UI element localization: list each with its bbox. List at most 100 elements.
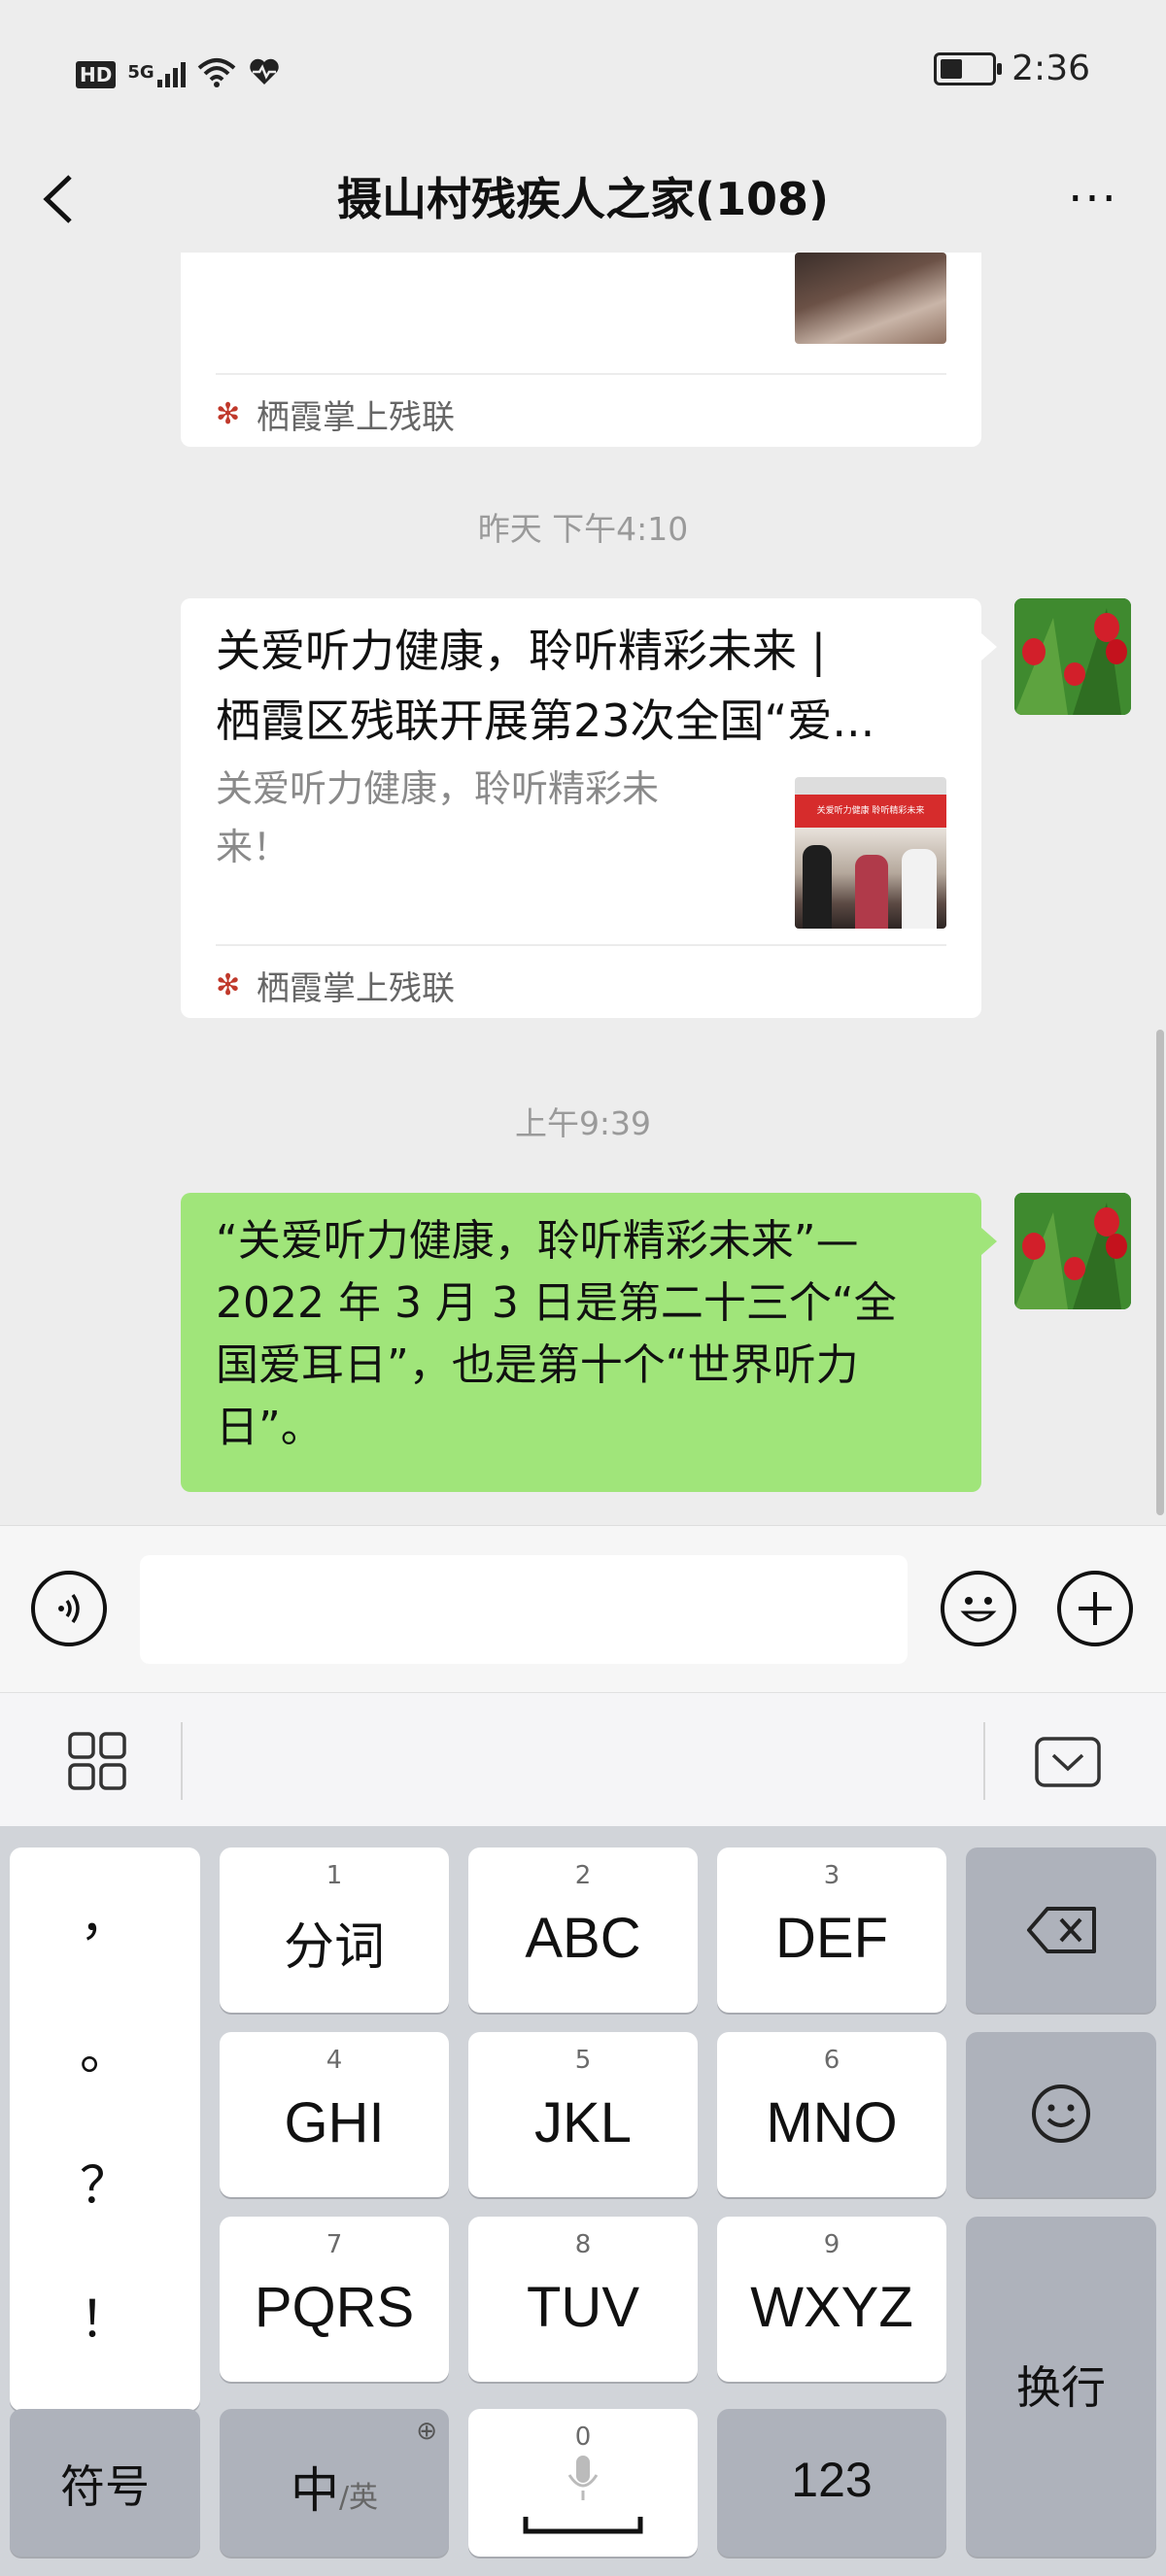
chevron-left-icon — [43, 175, 72, 223]
message-line: “关爱听力健康，聆听精彩未来”— — [216, 1216, 859, 1266]
message-line: 日”。 — [216, 1403, 324, 1452]
keyboard-toolbar — [0, 1692, 1166, 1827]
article-source-label: 栖霞掌上残联 — [257, 398, 455, 437]
key-4-ghi[interactable]: 4 GHI — [220, 2032, 449, 2197]
timestamp: 上午9:39 — [514, 1104, 652, 1142]
bubble-tail — [981, 1228, 997, 1255]
clock: 2:36 — [1012, 49, 1090, 88]
chat-message-list[interactable]: ✻ 栖霞掌上残联 昨天 下午4:10 关爱听力健康，聆听精彩未来 | 栖霞区残联… — [0, 253, 1166, 1525]
hide-keyboard-button[interactable] — [1034, 1736, 1102, 1788]
emoji-button[interactable] — [941, 1571, 1016, 1646]
numbers-key[interactable]: 123 — [717, 2409, 946, 2557]
key-number: 0 — [574, 2423, 592, 2452]
message-input[interactable] — [140, 1555, 908, 1664]
article-card[interactable]: 关爱听力健康，聆听精彩未来 | 栖霞区残联开展第23次全国“爱... 关爱听力健… — [181, 598, 981, 1018]
language-sub: /英 — [338, 2481, 379, 2515]
thumbnail-banner: 关爱听力健康 聆听精彩未来 — [795, 795, 946, 828]
space-key[interactable]: 0 — [468, 2409, 698, 2557]
punct-key[interactable]: ！ — [10, 2279, 200, 2352]
punctuation-column[interactable]: ， 。 ？ ！ — [10, 1847, 200, 2411]
back-button[interactable] — [39, 155, 78, 243]
bubble-tail — [981, 633, 997, 661]
emoji-key[interactable] — [966, 2032, 1156, 2197]
key-label: PQRS — [254, 2276, 415, 2339]
key-9-wxyz[interactable]: 9 WXYZ — [717, 2217, 946, 2382]
article-source: ✻ 栖霞掌上残联 — [216, 962, 455, 1009]
grid-icon — [68, 1732, 126, 1790]
message-input-bar — [0, 1525, 1166, 1693]
text-message-bubble[interactable]: “关爱听力健康，聆听精彩未来”— 2022 年 3 月 3 日是第二十三个“全 … — [181, 1193, 981, 1492]
smiley-icon — [1032, 2085, 1090, 2143]
keyboard-hide-icon — [1035, 1737, 1101, 1787]
key-label: WXYZ — [750, 2276, 913, 2339]
more-functions-button[interactable] — [1057, 1571, 1133, 1646]
key-number: 4 — [326, 2046, 343, 2075]
key-number: 3 — [823, 1861, 840, 1890]
article-source: ✻ 栖霞掌上残联 — [216, 390, 455, 438]
numbers-key-label: 123 — [791, 2453, 873, 2507]
microphone-icon — [567, 2456, 599, 2500]
key-label: GHI — [284, 2091, 385, 2154]
more-options-button[interactable]: ··· — [1059, 167, 1127, 231]
status-right: 2:36 — [934, 49, 1090, 88]
keyboard-menu-button[interactable] — [66, 1730, 128, 1792]
voice-input-button[interactable] — [31, 1571, 107, 1646]
key-5-jkl[interactable]: 5 JKL — [468, 2032, 698, 2197]
key-3-def[interactable]: 3 DEF — [717, 1847, 946, 2013]
key-number: 2 — [574, 1861, 592, 1890]
toolbar-divider — [983, 1722, 985, 1800]
punct-key[interactable]: ？ — [10, 2145, 200, 2218]
timestamp: 昨天 下午4:10 — [477, 510, 689, 548]
divider — [216, 944, 946, 946]
article-title-line: 栖霞区残联开展第23次全国“爱... — [216, 695, 875, 747]
symbols-key[interactable]: 符号 — [10, 2409, 200, 2557]
key-number: 9 — [823, 2230, 840, 2259]
key-1-fenci[interactable]: 1 分词 — [220, 1847, 449, 2013]
divider — [216, 373, 946, 375]
globe-icon: ⊕ — [416, 2417, 437, 2446]
key-label: MNO — [766, 2091, 898, 2154]
hd-badge: HD — [76, 61, 117, 88]
enter-key[interactable]: 换行 — [966, 2217, 1156, 2557]
key-7-pqrs[interactable]: 7 PQRS — [220, 2217, 449, 2382]
key-6-mno[interactable]: 6 MNO — [717, 2032, 946, 2197]
key-label: DEF — [775, 1907, 888, 1970]
message-text: “关爱听力健康，聆听精彩未来”— 2022 年 3 月 3 日是第二十三个“全 … — [216, 1210, 964, 1459]
key-number: 6 — [823, 2046, 840, 2075]
tulip-avatar-image — [1014, 598, 1131, 715]
key-8-tuv[interactable]: 8 TUV — [468, 2217, 698, 2382]
punct-key[interactable]: ， — [10, 1877, 200, 1949]
network-5g-icon: 5G — [127, 62, 186, 87]
key-number: 8 — [574, 2230, 592, 2259]
symbols-key-label: 符号 — [60, 2461, 150, 2512]
article-description-line: 关爱听力健康，聆听精彩未 — [216, 767, 660, 810]
key-number: 1 — [326, 1861, 343, 1890]
chat-scrollbar[interactable] — [1156, 1030, 1164, 1515]
article-thumbnail — [795, 253, 946, 344]
heart-rate-icon — [248, 57, 281, 92]
maple-leaf-icon: ✻ — [216, 396, 241, 431]
message-line: 2022 年 3 月 3 日是第二十三个“全 — [216, 1278, 897, 1328]
article-title-line: 关爱听力健康，聆听精彩未来 | — [216, 625, 827, 677]
article-description: 关爱听力健康，聆听精彩未 来！ — [216, 760, 760, 876]
backspace-icon — [1027, 1907, 1096, 1953]
message-line: 国爱耳日”，也是第十个“世界听力 — [216, 1340, 859, 1390]
language-label: 中/英 — [220, 2452, 449, 2522]
smiley-icon — [960, 1597, 997, 1622]
punct-key[interactable]: 。 — [10, 2011, 200, 2084]
key-2-abc[interactable]: 2 ABC — [468, 1847, 698, 2013]
avatar[interactable] — [1014, 1193, 1131, 1309]
article-title: 关爱听力健康，聆听精彩未来 | 栖霞区残联开展第23次全国“爱... — [216, 616, 954, 756]
language-switch-key[interactable]: ⊕ 中/英 — [220, 2409, 449, 2557]
key-number: 5 — [574, 2046, 592, 2075]
key-label: JKL — [534, 2091, 632, 2154]
network-type-label: 5G — [127, 62, 154, 83]
avatar[interactable] — [1014, 598, 1131, 715]
backspace-key[interactable] — [966, 1847, 1156, 2013]
ime-keyboard: ， 。 ？ ！ 1 分词 2 ABC 3 DEF 4 GHI 5 JKL 6 M… — [0, 1826, 1166, 2576]
article-thumbnail: 关爱听力健康 聆听精彩未来 — [795, 777, 946, 929]
chat-title: 摄山村残疾人之家(108) — [336, 173, 830, 225]
article-card-partial[interactable]: ✻ 栖霞掌上残联 — [181, 253, 981, 447]
tulip-avatar-image — [1014, 1193, 1131, 1309]
space-bar-icon — [523, 2517, 643, 2534]
